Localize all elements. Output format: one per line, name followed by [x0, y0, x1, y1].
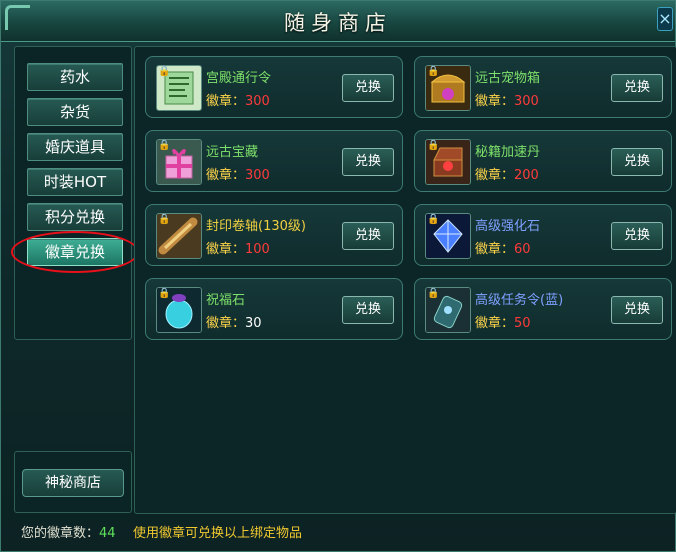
item-card: 🔒 高级任务令(蓝) 徽章：50 兑换: [414, 278, 672, 340]
window-title: 随身商店: [284, 11, 392, 35]
badge-count: 您的徽章数：44: [21, 526, 116, 541]
category-potion-button[interactable]: 药水: [27, 63, 123, 91]
item-card: 🔒 祝福石 徽章：30 兑换: [145, 278, 403, 340]
item-name: 祝福石: [206, 293, 246, 308]
item-name: 高级任务令(蓝): [475, 293, 564, 308]
lock-icon: 🔒: [427, 66, 440, 77]
item-price: 徽章：300: [206, 94, 270, 109]
item-name: 远古宠物箱: [475, 71, 541, 86]
item-name: 宫殿通行令: [206, 71, 272, 86]
item-price: 徽章：100: [206, 242, 270, 257]
item-card: 🔒 远古宝藏 徽章：300 兑换: [145, 130, 403, 192]
item-card: 🔒 封印卷轴(130级) 徽章：100 兑换: [145, 204, 403, 266]
exchange-button[interactable]: 兑换: [611, 222, 663, 250]
item-name: 封印卷轴(130级): [206, 219, 306, 234]
exchange-button[interactable]: 兑换: [611, 74, 663, 102]
mystery-shop-button[interactable]: 神秘商店: [22, 469, 124, 497]
shop-window: 随身商店 × 药水 杂货 婚庆道具 时装HOT 积分兑换 徽章兑换 神秘商店 🔒…: [0, 0, 676, 552]
exchange-button[interactable]: 兑换: [342, 74, 394, 102]
item-price: 徽章：30: [206, 316, 262, 331]
item-price: 徽章：300: [206, 168, 270, 183]
category-points-exchange-button[interactable]: 积分兑换: [27, 203, 123, 231]
close-button[interactable]: ×: [657, 7, 673, 31]
category-wedding-button[interactable]: 婚庆道具: [27, 133, 123, 161]
title-bar[interactable]: 随身商店 ×: [1, 1, 675, 42]
lock-icon: 🔒: [158, 288, 171, 299]
exchange-button[interactable]: 兑换: [342, 222, 394, 250]
category-misc-button[interactable]: 杂货: [27, 98, 123, 126]
item-grid: 🔒 宫殿通行令 徽章：300 兑换 🔒 远古宠物箱 徽章：300 兑换 🔒 远古…: [134, 46, 676, 514]
item-card: 🔒 秘籍加速丹 徽章：200 兑换: [414, 130, 672, 192]
footer-note: 使用徽章可兑换以上绑定物品: [133, 526, 303, 541]
item-name: 秘籍加速丹: [475, 145, 541, 160]
lock-icon: 🔒: [427, 214, 440, 225]
item-name: 高级强化石: [475, 219, 541, 234]
exchange-button[interactable]: 兑换: [611, 148, 663, 176]
exchange-button[interactable]: 兑换: [342, 296, 394, 324]
item-price: 徽章：300: [475, 94, 539, 109]
lock-icon: 🔒: [427, 140, 440, 151]
lock-icon: 🔒: [158, 140, 171, 151]
exchange-button[interactable]: 兑换: [342, 148, 394, 176]
item-price: 徽章：60: [475, 242, 531, 257]
exchange-button[interactable]: 兑换: [611, 296, 663, 324]
lock-icon: 🔒: [158, 66, 171, 77]
lock-icon: 🔒: [158, 214, 171, 225]
category-sidebar: 药水 杂货 婚庆道具 时装HOT 积分兑换 徽章兑换: [14, 46, 132, 340]
category-fashion-button[interactable]: 时装HOT: [27, 168, 123, 196]
item-card: 🔒 远古宠物箱 徽章：300 兑换: [414, 56, 672, 118]
item-card: 🔒 宫殿通行令 徽章：300 兑换: [145, 56, 403, 118]
item-card: 🔒 高级强化石 徽章：60 兑换: [414, 204, 672, 266]
item-price: 徽章：200: [475, 168, 539, 183]
lock-icon: 🔒: [427, 288, 440, 299]
item-price: 徽章：50: [475, 316, 531, 331]
category-badge-exchange-button[interactable]: 徽章兑换: [27, 238, 123, 266]
item-name: 远古宝藏: [206, 145, 259, 160]
sidebar-bottom-panel: 神秘商店: [14, 451, 132, 513]
